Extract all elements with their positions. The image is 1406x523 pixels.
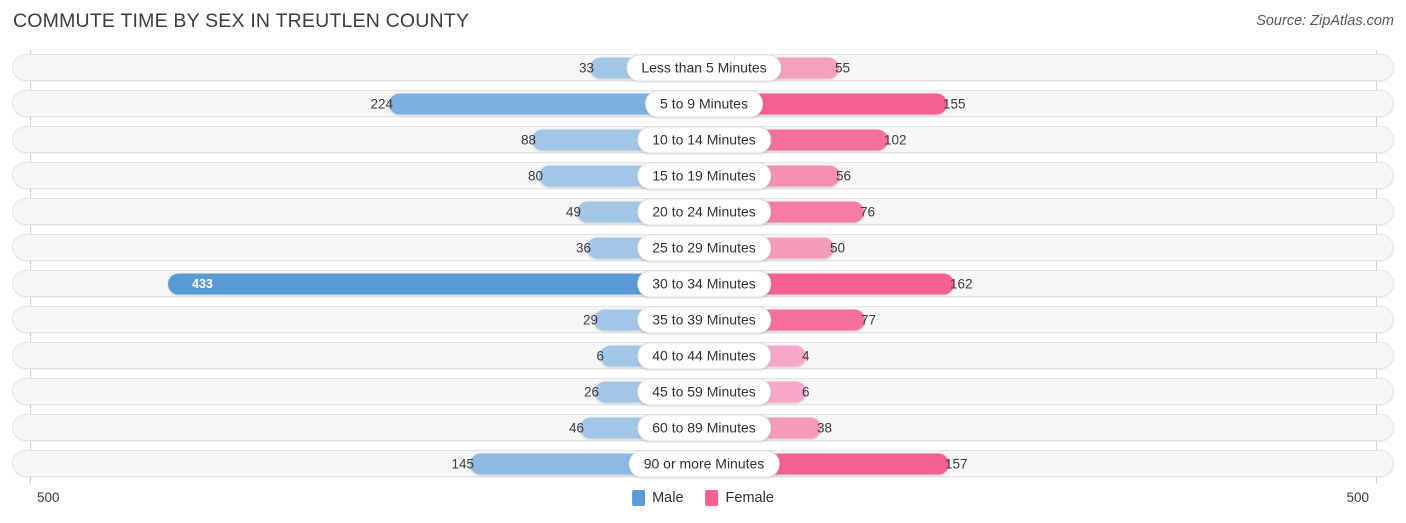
value-label-male: 6 bbox=[596, 348, 604, 363]
chart-row: 26 6 45 to 59 Minutes bbox=[12, 378, 1394, 405]
value-label-female: 76 bbox=[860, 204, 876, 219]
category-label: 45 to 59 Minutes bbox=[637, 378, 771, 405]
chart-row: 33 55 Less than 5 Minutes bbox=[12, 54, 1394, 81]
chart-plot-area: 33 55 Less than 5 Minutes 224 155 5 to 9 Minu… bbox=[0, 48, 1406, 486]
chart-row: 6 4 40 to 44 Minutes bbox=[12, 342, 1394, 369]
value-label-female: 4 bbox=[802, 348, 810, 363]
value-label-female: 55 bbox=[835, 60, 851, 75]
chart-page: COMMUTE TIME BY SEX IN TREUTLEN COUNTY S… bbox=[0, 0, 1406, 523]
chart-footer: 500 500 Male Female bbox=[0, 486, 1406, 523]
value-label-male: 26 bbox=[583, 384, 599, 399]
category-label: 5 to 9 Minutes bbox=[645, 90, 763, 117]
bar-male[interactable] bbox=[168, 273, 690, 294]
value-label-female: 56 bbox=[836, 168, 852, 183]
value-label-male: 224 bbox=[370, 96, 393, 111]
category-label: 25 to 29 Minutes bbox=[637, 234, 771, 261]
category-label: 35 to 39 Minutes bbox=[637, 306, 771, 333]
value-label-female: 155 bbox=[943, 96, 966, 111]
value-label-male: 88 bbox=[520, 132, 536, 147]
category-label: Less than 5 Minutes bbox=[626, 54, 782, 81]
chart-legend: Male Female bbox=[632, 490, 774, 506]
category-label: 90 or more Minutes bbox=[628, 450, 780, 477]
value-label-female: 77 bbox=[861, 312, 877, 327]
category-label: 10 to 14 Minutes bbox=[637, 126, 771, 153]
value-label-male: 49 bbox=[565, 204, 581, 219]
value-label-female: 157 bbox=[945, 456, 968, 471]
value-label-female: 38 bbox=[817, 420, 833, 435]
chart-row: 88 102 10 to 14 Minutes bbox=[12, 126, 1394, 153]
legend-swatch-male-icon bbox=[632, 490, 646, 506]
category-label: 60 to 89 Minutes bbox=[637, 414, 771, 441]
value-label-male: 36 bbox=[575, 240, 591, 255]
value-label-male: 145 bbox=[451, 456, 474, 471]
source-attribution: Source: ZipAtlas.com bbox=[1256, 13, 1394, 29]
chart-row: 49 76 20 to 24 Minutes bbox=[12, 198, 1394, 225]
category-label: 20 to 24 Minutes bbox=[637, 198, 771, 225]
axis-tick-right: 500 bbox=[1346, 490, 1369, 505]
category-label: 15 to 19 Minutes bbox=[637, 162, 771, 189]
chart-row: 433 162 30 to 34 Minutes bbox=[12, 270, 1394, 297]
chart-row: 80 56 15 to 19 Minutes bbox=[12, 162, 1394, 189]
legend-label-female: Female bbox=[725, 490, 774, 506]
value-label-male: 46 bbox=[568, 420, 584, 435]
value-label-male: 29 bbox=[582, 312, 598, 327]
chart-row: 29 77 35 to 39 Minutes bbox=[12, 306, 1394, 333]
value-label-male: 433 bbox=[192, 276, 213, 291]
chart-row: 224 155 5 to 9 Minutes bbox=[12, 90, 1394, 117]
value-label-female: 6 bbox=[802, 384, 810, 399]
value-label-female: 102 bbox=[884, 132, 907, 147]
page-title: COMMUTE TIME BY SEX IN TREUTLEN COUNTY bbox=[13, 10, 470, 32]
value-label-female: 162 bbox=[950, 276, 973, 291]
legend-item-male[interactable]: Male bbox=[632, 490, 684, 506]
axis-tick-left: 500 bbox=[37, 490, 60, 505]
value-label-male: 33 bbox=[578, 60, 594, 75]
category-label: 30 to 34 Minutes bbox=[637, 270, 771, 297]
value-label-male: 80 bbox=[527, 168, 543, 183]
legend-swatch-female-icon bbox=[705, 490, 719, 506]
legend-item-female[interactable]: Female bbox=[705, 490, 774, 506]
chart-row: 46 38 60 to 89 Minutes bbox=[12, 414, 1394, 441]
chart-row: 145 157 90 or more Minutes bbox=[12, 450, 1394, 477]
value-label-female: 50 bbox=[830, 240, 846, 255]
category-label: 40 to 44 Minutes bbox=[637, 342, 771, 369]
chart-row: 36 50 25 to 29 Minutes bbox=[12, 234, 1394, 261]
legend-label-male: Male bbox=[652, 490, 684, 506]
